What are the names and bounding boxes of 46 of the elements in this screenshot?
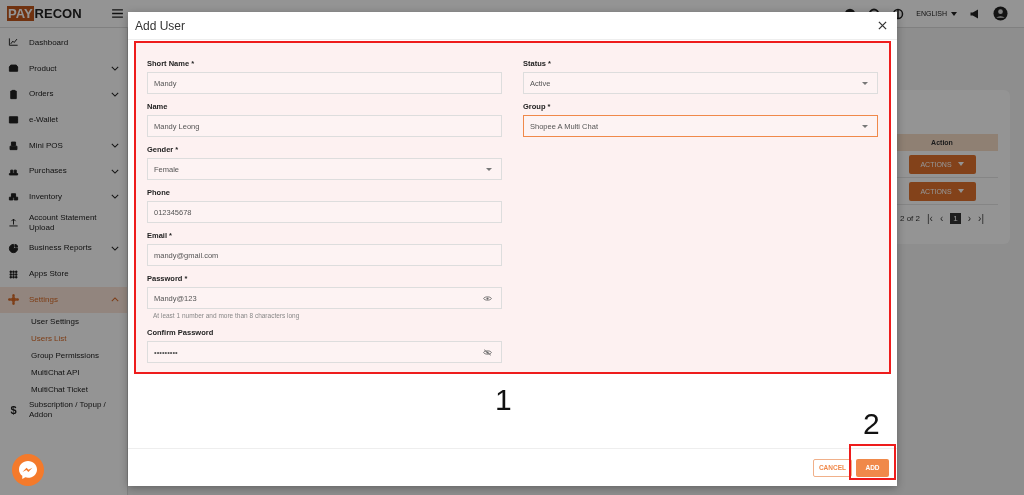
- pie-chart-icon: [8, 242, 19, 254]
- account-icon[interactable]: [993, 6, 1008, 21]
- annotation-number: 2: [863, 409, 880, 439]
- logo: PAYRECON: [6, 6, 83, 21]
- sidebar-item[interactable]: Mini POS: [0, 132, 127, 159]
- sidebar-item[interactable]: Apps Store: [0, 261, 127, 287]
- sidebar-item[interactable]: Business Reports: [0, 235, 127, 262]
- dropdown-arrow-icon: [862, 124, 868, 128]
- line-chart-icon: [8, 37, 19, 49]
- submenu-item[interactable]: Group Permissions: [0, 346, 127, 364]
- megaphone-icon[interactable]: [969, 7, 981, 20]
- messenger-button[interactable]: [12, 454, 44, 486]
- eye-slash-icon[interactable]: [483, 348, 492, 356]
- dropdown-arrow-icon: [486, 167, 492, 171]
- annotation-number: 1: [495, 385, 512, 415]
- sidebar-item[interactable]: Account Statement Upload: [0, 209, 127, 236]
- next-page-button[interactable]: ›: [967, 213, 972, 224]
- submenu-item[interactable]: MultiChat API: [0, 363, 127, 381]
- register-icon: [8, 140, 19, 152]
- sidebar-item[interactable]: Orders: [0, 81, 127, 108]
- tray-icon: [8, 63, 19, 75]
- first-page-button[interactable]: |‹: [927, 213, 933, 224]
- wallet-icon: [8, 114, 19, 126]
- sidebar-item[interactable]: Product: [0, 55, 127, 82]
- annotation-box: [849, 444, 896, 480]
- sidebar-item[interactable]: Inventory: [0, 184, 127, 210]
- boxes-icon: [8, 191, 19, 203]
- sidebar-item[interactable]: Dashboard: [0, 30, 127, 56]
- close-icon[interactable]: [878, 21, 887, 30]
- last-page-button[interactable]: ›|: [978, 213, 984, 224]
- previous-page-button[interactable]: ‹: [939, 213, 944, 224]
- upload-icon: [8, 217, 19, 229]
- dropdown-arrow-icon: [862, 81, 868, 85]
- clipboard-icon: [8, 88, 19, 100]
- menu-icon[interactable]: [112, 9, 123, 18]
- sidebar-item[interactable]: e-Wallet: [0, 107, 127, 133]
- sidebar-item[interactable]: $ Subscription / Topup / Addon: [0, 397, 127, 424]
- grid-icon: [8, 268, 19, 280]
- dollar-glyph: $: [9, 404, 18, 417]
- sidebar-item[interactable]: Purchases: [0, 158, 127, 185]
- dialog-title: Add User: [135, 18, 186, 33]
- submenu-item[interactable]: User Settings: [0, 312, 127, 330]
- submenu-item[interactable]: MultiChat Ticket: [0, 380, 127, 398]
- eye-icon[interactable]: [483, 294, 492, 302]
- page-number[interactable]: 1: [950, 213, 961, 224]
- page-range: 2 of 2: [899, 214, 920, 223]
